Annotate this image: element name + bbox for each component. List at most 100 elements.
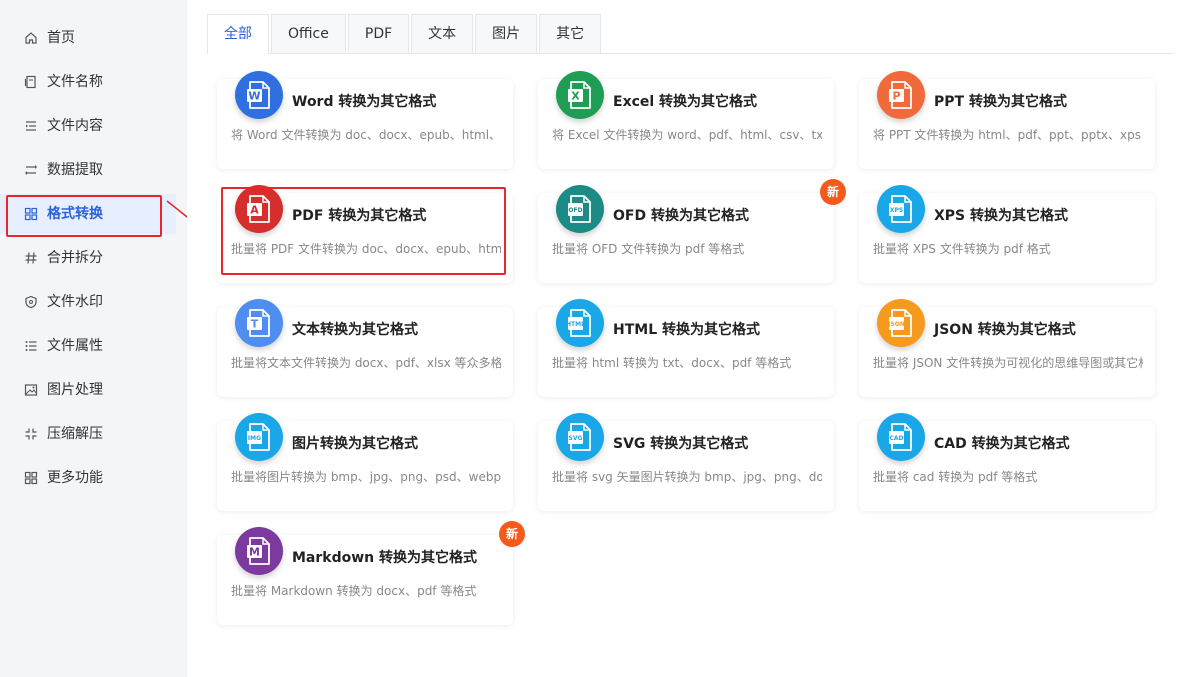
- more-grid-icon: [24, 471, 38, 485]
- card-description: 批量将文本文件转换为 docx、pdf、xlsx 等众多格式: [231, 356, 501, 370]
- card-title: JSON 转换为其它格式: [934, 322, 1076, 338]
- sidebar-item-label: 文件名称: [47, 74, 103, 90]
- sidebar-item-label: 首页: [47, 30, 75, 46]
- converter-card[interactable]: CAD CAD 转换为其它格式批量将 cad 转换为 pdf 等格式: [859, 413, 1155, 511]
- sidebar-item-label: 图片处理: [47, 382, 103, 398]
- new-badge: 新: [499, 521, 525, 547]
- converter-card[interactable]: X Excel 转换为其它格式将 Excel 文件转换为 word、pdf、htm…: [538, 71, 834, 169]
- sidebar-item-0[interactable]: 首页: [0, 18, 176, 58]
- svg-text:JSON: JSON: [887, 321, 905, 328]
- sidebar-item-9[interactable]: 压缩解压: [0, 414, 176, 454]
- sidebar-item-label: 更多功能: [47, 470, 103, 486]
- card-description: 批量将 cad 转换为 pdf 等格式: [873, 470, 1038, 484]
- svg-text:HTML: HTML: [566, 321, 585, 328]
- sidebar-item-label: 数据提取: [47, 162, 103, 178]
- converter-card[interactable]: IMG 图片转换为其它格式批量将图片转换为 bmp、jpg、png、psd、web…: [217, 413, 513, 511]
- card-title: 图片转换为其它格式: [292, 436, 418, 452]
- card-highlight-annotation: [221, 187, 506, 275]
- converter-card[interactable]: HTML HTML 转换为其它格式 批量将 html 转换为 txt、docx、pd…: [538, 299, 834, 397]
- markdown-icon: M: [235, 527, 283, 575]
- sidebar-item-5[interactable]: 合并拆分: [0, 238, 176, 278]
- card-description: 批量将图片转换为 bmp、jpg、png、psd、webp、: [231, 470, 501, 484]
- svg-text:X: X: [571, 90, 580, 103]
- tabs-divider: [207, 53, 1173, 54]
- card-title: CAD 转换为其它格式: [934, 436, 1070, 452]
- converter-card[interactable]: JSON JSON 转换为其它格式 批量将 JSON 文件转换为可视化的思维导图或其…: [859, 299, 1155, 397]
- html-icon: HTML: [556, 299, 604, 347]
- sidebar: 首页 文件名称 文件内容 数据提取 格式转换 合并拆分 文件水印 文件属性 图片处理 压缩解压 更多…: [0, 0, 176, 677]
- card-title: PPT 转换为其它格式: [934, 94, 1067, 110]
- svg-icon: SVG: [556, 413, 604, 461]
- card-description: 将 Excel 文件转换为 word、pdf、html、csv、txt、s: [552, 128, 822, 142]
- main-panel: 全部 Office PDF 文本 图片 其它 W Word 转换为其它格式将 Word 文件…: [187, 0, 1193, 677]
- converter-card[interactable]: P PPT 转换为其它格式将 PPT 文件转换为 html、pdf、ppt、ppt…: [859, 71, 1155, 169]
- image-convert-icon: IMG: [235, 413, 283, 461]
- card-title: SVG 转换为其它格式: [613, 436, 749, 452]
- sidebar-item-label: 文件水印: [47, 294, 103, 310]
- new-badge: 新: [820, 179, 846, 205]
- sidebar-item-6[interactable]: 文件水印: [0, 282, 176, 322]
- svg-text:SVG: SVG: [569, 435, 583, 442]
- converter-card[interactable]: M Markdown 转换为其它格式批量将 Markdown 转换为 docx、p…: [217, 521, 525, 625]
- extract-icon: [24, 163, 38, 177]
- text-icon: T: [235, 299, 283, 347]
- content-list-icon: [24, 119, 38, 133]
- card-title: 文本转换为其它格式: [292, 322, 418, 338]
- converter-card[interactable]: OFD OFD 转换为其它格式批量将 OFD 文件转换为 pdf 等格式 新: [538, 179, 846, 283]
- card-title: Excel 转换为其它格式: [613, 94, 758, 110]
- tab-5[interactable]: 其它: [539, 14, 602, 53]
- category-tabs: 全部 Office PDF 文本 图片 其它: [207, 14, 603, 54]
- card-title: OFD 转换为其它格式: [613, 208, 749, 224]
- converter-card[interactable]: T 文本转换为其它格式批量将文本文件转换为 docx、pdf、xlsx 等众多格式: [217, 299, 513, 397]
- converter-card[interactable]: SVG SVG 转换为其它格式批量将 svg 矢量图片转换为 bmp、jpg、pn…: [538, 413, 834, 511]
- xps-icon: XPS: [877, 185, 925, 233]
- compress-icon: [24, 427, 38, 441]
- file-rename-icon: [24, 75, 38, 89]
- sidebar-item-label: 文件内容: [47, 118, 103, 134]
- sidebar-item-label: 合并拆分: [47, 250, 103, 266]
- card-description: 批量将 OFD 文件转换为 pdf 等格式: [552, 242, 745, 256]
- card-title: Word 转换为其它格式: [292, 94, 437, 110]
- converter-card[interactable]: XPS XPS 转换为其它格式 批量将 XPS 文件转换为 pdf 格式: [859, 185, 1155, 283]
- ofd-icon: OFD: [556, 185, 604, 233]
- converter-card[interactable]: W Word 转换为其它格式将 Word 文件转换为 doc、docx、epub、…: [217, 71, 513, 169]
- properties-list-icon: [24, 339, 38, 353]
- card-title: Markdown 转换为其它格式: [292, 550, 478, 566]
- svg-text:OFD: OFD: [568, 207, 582, 214]
- sidebar-item-7[interactable]: 文件属性: [0, 326, 176, 366]
- image-icon: [24, 383, 38, 397]
- card-title: HTML 转换为其它格式: [613, 322, 760, 338]
- card-title: XPS 转换为其它格式: [934, 208, 1069, 224]
- svg-text:CAD: CAD: [889, 435, 903, 442]
- card-description: 批量将 svg 矢量图片转换为 bmp、jpg、png、docx: [552, 470, 822, 484]
- ppt-icon: P: [877, 71, 925, 119]
- svg-text:IMG: IMG: [248, 435, 261, 442]
- tab-1[interactable]: Office: [271, 14, 346, 53]
- card-description: 将 PPT 文件转换为 html、pdf、ppt、pptx、xps 等: [873, 128, 1143, 142]
- tab-3[interactable]: 文本: [411, 14, 474, 53]
- tab-4[interactable]: 图片: [475, 14, 538, 53]
- svg-text:P: P: [892, 90, 900, 103]
- excel-icon: X: [556, 71, 604, 119]
- sidebar-item-3[interactable]: 数据提取: [0, 150, 176, 190]
- tab-2[interactable]: PDF: [347, 14, 410, 53]
- sidebar-item-label: 文件属性: [47, 338, 103, 354]
- word-icon: W: [235, 71, 283, 119]
- hash-icon: [24, 251, 38, 265]
- svg-text:XPS: XPS: [890, 207, 903, 214]
- cad-icon: CAD: [877, 413, 925, 461]
- sidebar-item-10[interactable]: 更多功能: [0, 458, 176, 498]
- svg-text:W: W: [248, 90, 260, 103]
- home-icon: [24, 31, 38, 45]
- sidebar-item-1[interactable]: 文件名称: [0, 62, 176, 102]
- sidebar-item-2[interactable]: 文件内容: [0, 106, 176, 146]
- svg-text:M: M: [249, 546, 260, 559]
- watermark-shield-icon: [24, 295, 38, 309]
- svg-text:T: T: [251, 318, 259, 331]
- tab-0[interactable]: 全部: [207, 14, 269, 54]
- card-description: 批量将 Markdown 转换为 docx、pdf 等格式: [231, 584, 477, 598]
- card-description: 将 Word 文件转换为 doc、docx、epub、html、pdf: [231, 128, 501, 142]
- sidebar-item-label: 压缩解压: [47, 426, 103, 442]
- nav-highlight-annotation: [6, 195, 162, 237]
- sidebar-item-8[interactable]: 图片处理: [0, 370, 176, 410]
